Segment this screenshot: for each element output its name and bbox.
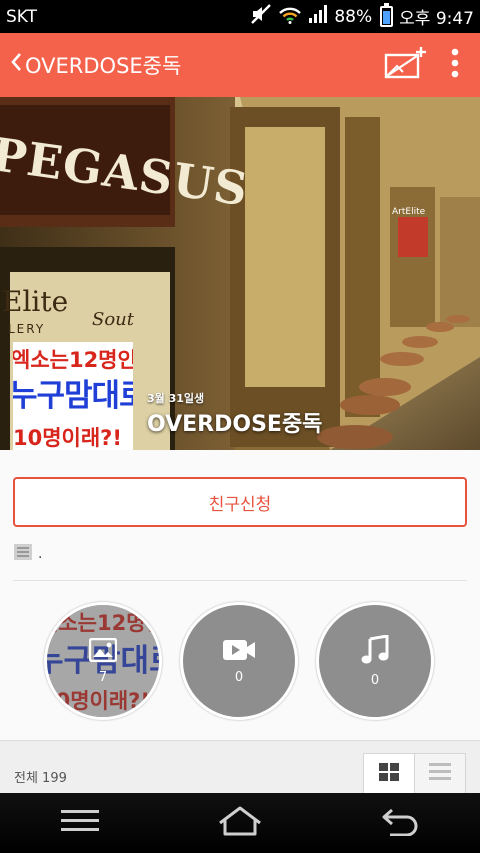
menu-icon bbox=[61, 809, 99, 837]
edit-cover-button[interactable] bbox=[380, 33, 430, 97]
system-back-button[interactable] bbox=[360, 793, 440, 853]
awning-sign-text: ArtElite bbox=[392, 207, 426, 217]
wifi-icon bbox=[278, 4, 302, 29]
view-toggle bbox=[363, 753, 466, 794]
videos-button[interactable]: 0 bbox=[180, 602, 298, 720]
more-vert-icon bbox=[450, 48, 460, 82]
list-view-icon bbox=[429, 763, 451, 785]
signal-icon bbox=[308, 4, 328, 29]
friend-request-button[interactable]: 친구신청 bbox=[13, 477, 467, 527]
profile-content: 친구신청 . 엑소는12명인데 누구맘대로 10명이래?! 7 0 bbox=[0, 450, 480, 794]
list-view-button[interactable] bbox=[414, 754, 465, 794]
avatar-text-line2: 누구맘대로 bbox=[13, 378, 133, 414]
birthday-label: 3월 31일생 bbox=[147, 392, 205, 405]
more-button[interactable] bbox=[430, 33, 480, 97]
image-icon bbox=[88, 637, 118, 666]
video-icon bbox=[222, 638, 256, 666]
battery-icon bbox=[380, 3, 394, 27]
divider bbox=[13, 580, 467, 581]
home-icon bbox=[217, 806, 263, 840]
photos-button[interactable]: 엑소는12명인데 누구맘대로 10명이래?! 7 bbox=[44, 602, 162, 720]
home-button[interactable] bbox=[200, 793, 280, 853]
app-bar: OVERDOSE중독 bbox=[0, 33, 480, 97]
grid-view-icon bbox=[379, 763, 399, 785]
system-nav-bar bbox=[0, 793, 480, 853]
music-note-icon bbox=[361, 633, 389, 669]
total-count-label: 전체 199 bbox=[14, 771, 67, 786]
carrier-label: SKT bbox=[6, 6, 38, 27]
mute-icon bbox=[250, 4, 272, 29]
post-list-header: 전체 199 bbox=[0, 740, 480, 794]
status-icons: 88% 오후 9:47 bbox=[250, 3, 474, 29]
battery-percent: 88% bbox=[334, 6, 373, 27]
profile-avatar[interactable]: 엑소는12명인데 누구맘대로 10명이래?! bbox=[13, 342, 133, 461]
grid-view-button[interactable] bbox=[364, 754, 414, 794]
back-icon bbox=[380, 806, 420, 840]
avatar-text-line3: 10명이래?! bbox=[13, 426, 122, 450]
window-script-text: Sout bbox=[92, 309, 134, 330]
status-message-text: . bbox=[38, 546, 43, 562]
edit-cover-icon bbox=[383, 46, 427, 84]
window-sign-text: Elite bbox=[2, 285, 69, 318]
status-message-icon bbox=[14, 544, 32, 564]
menu-button[interactable] bbox=[40, 793, 120, 853]
videos-count: 0 bbox=[234, 669, 244, 685]
music-count: 0 bbox=[370, 672, 380, 688]
photos-count: 7 bbox=[98, 669, 108, 685]
page-title: OVERDOSE중독 bbox=[25, 54, 182, 78]
window-sign-subtext: LERY bbox=[8, 322, 46, 336]
chevron-left-icon bbox=[10, 52, 22, 78]
status-message[interactable]: . bbox=[14, 544, 43, 564]
music-button[interactable]: 0 bbox=[316, 602, 434, 720]
status-bar: SKT 88% 오후 9:47 bbox=[0, 0, 480, 33]
clock: 오후 9:47 bbox=[399, 9, 474, 29]
profile-name: OVERDOSE중독 bbox=[147, 412, 323, 437]
back-button[interactable]: OVERDOSE중독 bbox=[0, 33, 181, 97]
